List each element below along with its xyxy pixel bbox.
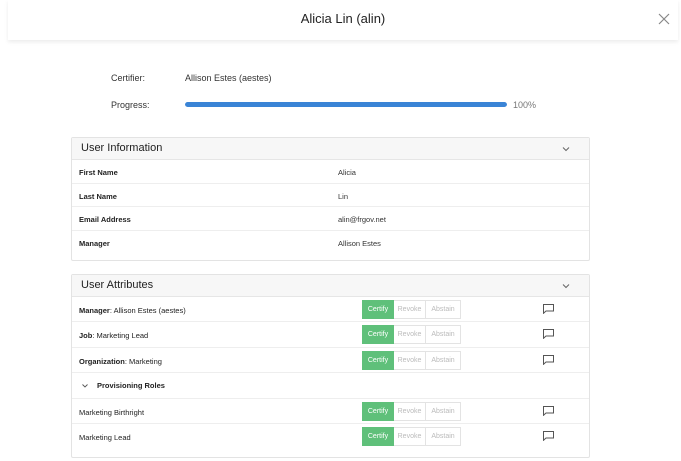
attribute-name: Manager xyxy=(79,306,110,315)
certify-button[interactable]: Certify xyxy=(362,350,394,370)
revoke-button[interactable]: Revoke xyxy=(394,401,426,421)
certifier-label: Certifier: xyxy=(111,73,146,83)
abstain-button[interactable]: Abstain xyxy=(426,426,461,446)
revoke-button[interactable]: Revoke xyxy=(394,325,426,345)
info-value: Allison Estes xyxy=(338,238,381,248)
decision-button-group: Certify Revoke Abstain xyxy=(362,325,461,345)
comment-icon[interactable] xyxy=(543,304,554,314)
attribute-label: Job: Marketing Lead xyxy=(79,331,148,340)
attribute-name: Job xyxy=(79,331,93,341)
info-key: Manager xyxy=(79,238,110,248)
provisioning-roles-group[interactable]: Provisioning Roles xyxy=(72,373,589,399)
info-value: alin@frgov.net xyxy=(338,215,386,224)
info-row-email: Email Address alin@frgov.net xyxy=(72,207,589,231)
modal-title: Alicia Lin (alin) xyxy=(300,11,386,26)
comment-icon[interactable] xyxy=(543,405,554,416)
user-information-title: User Information xyxy=(81,142,163,154)
certify-button[interactable]: Certify xyxy=(362,300,394,319)
user-information-panel: User Information First Name Alicia Last … xyxy=(71,137,590,261)
certify-button[interactable]: Certify xyxy=(362,325,394,345)
info-value: Lin xyxy=(338,191,349,201)
decision-button-group: Certify Revoke Abstain xyxy=(362,300,461,319)
revoke-button[interactable]: Revoke xyxy=(394,300,426,319)
abstain-button[interactable]: Abstain xyxy=(426,325,461,345)
comment-icon[interactable] xyxy=(543,354,554,365)
info-row-first-name: First Name Alicia xyxy=(72,160,589,184)
role-label: Marketing Birthright xyxy=(79,407,145,417)
certifier-value: Allison Estes (aestes) xyxy=(185,73,272,83)
user-attributes-header[interactable]: User Attributes xyxy=(72,275,589,297)
revoke-button[interactable]: Revoke xyxy=(394,350,426,370)
decision-button-group: Certify Revoke Abstain xyxy=(362,350,461,370)
chevron-down-icon[interactable] xyxy=(81,382,89,390)
attribute-value: : Allison Estes (aestes) xyxy=(109,306,186,315)
attribute-row-job: Job: Marketing Lead Certify Revoke Absta… xyxy=(72,322,589,348)
info-key: Last Name xyxy=(79,191,117,201)
attribute-value: : Marketing xyxy=(124,356,162,366)
info-row-manager: Manager Allison Estes xyxy=(72,231,589,255)
chevron-down-icon[interactable] xyxy=(561,281,571,291)
attribute-name: Organization xyxy=(79,356,125,366)
attribute-value: : Marketing Lead xyxy=(92,331,149,341)
progress-percent: 100% xyxy=(513,100,537,110)
attribute-label: Organization: Marketing xyxy=(79,357,162,366)
role-row-marketing-birthright: Marketing Birthright Certify Revoke Abst… xyxy=(72,399,589,424)
attribute-row-manager: Manager: Allison Estes (aestes) Certify … xyxy=(72,297,589,323)
user-attributes-title: User Attributes xyxy=(81,279,154,291)
progress-bar xyxy=(185,102,507,107)
progress-fill xyxy=(185,102,507,107)
user-attributes-panel: User Attributes Manager: Allison Estes (… xyxy=(71,274,590,458)
role-row-marketing-lead: Marketing Lead Certify Revoke Abstain xyxy=(72,424,589,449)
decision-button-group: Certify Revoke Abstain xyxy=(362,426,461,446)
info-row-last-name: Last Name Lin xyxy=(72,184,589,207)
provisioning-roles-label: Provisioning Roles xyxy=(97,381,165,391)
info-value: Alicia xyxy=(338,168,356,177)
role-label: Marketing Lead xyxy=(79,432,131,442)
comment-icon[interactable] xyxy=(543,430,554,441)
abstain-button[interactable]: Abstain xyxy=(426,350,461,370)
abstain-button[interactable]: Abstain xyxy=(426,401,461,421)
info-key: Email Address xyxy=(79,215,131,224)
comment-icon[interactable] xyxy=(543,329,554,340)
close-button[interactable] xyxy=(657,12,671,26)
attribute-row-organization: Organization: Marketing Certify Revoke A… xyxy=(72,348,589,374)
user-information-header[interactable]: User Information xyxy=(72,138,589,160)
certifier-row: Certifier: Allison Estes (aestes) xyxy=(0,73,681,85)
modal-header: Alicia Lin (alin) xyxy=(8,0,678,40)
certify-button[interactable]: Certify xyxy=(362,426,394,446)
abstain-button[interactable]: Abstain xyxy=(426,300,461,319)
info-key: First Name xyxy=(79,168,118,177)
chevron-down-icon[interactable] xyxy=(561,144,571,154)
attribute-label: Manager: Allison Estes (aestes) xyxy=(79,306,186,315)
decision-button-group: Certify Revoke Abstain xyxy=(362,401,461,421)
progress-label: Progress: xyxy=(111,100,150,110)
revoke-button[interactable]: Revoke xyxy=(394,426,426,446)
close-icon xyxy=(658,13,670,25)
certify-button[interactable]: Certify xyxy=(362,401,394,421)
